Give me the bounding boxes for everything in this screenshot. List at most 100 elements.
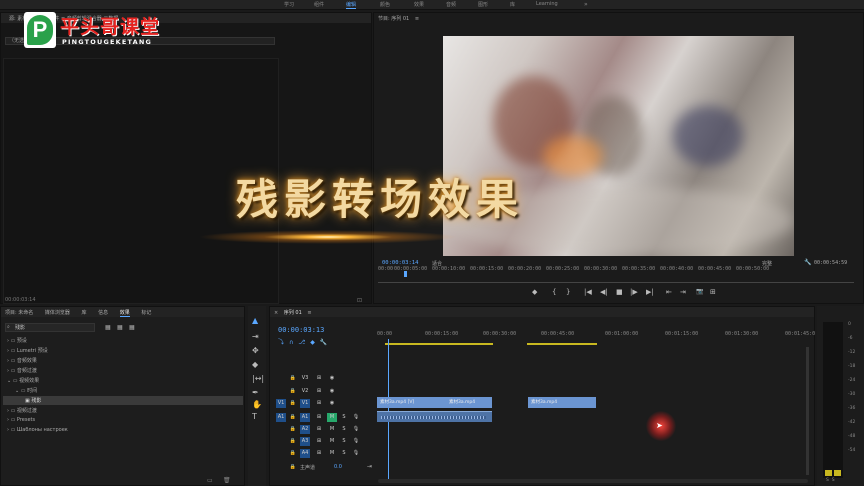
sync-icon[interactable]: ⊞ bbox=[314, 399, 324, 408]
solo-button[interactable]: S bbox=[339, 449, 349, 458]
tab-effects[interactable]: 效果 bbox=[119, 310, 130, 317]
program-title[interactable]: 节目: 序列 01 bbox=[378, 16, 409, 22]
mute-button[interactable]: M bbox=[327, 425, 337, 434]
tab-libraries[interactable]: 库 bbox=[81, 310, 86, 316]
tab-project[interactable]: 项目: 未命名 bbox=[5, 310, 33, 316]
go-to-in-button[interactable]: |◀ bbox=[584, 288, 592, 296]
ripple-edit-tool-icon[interactable]: ✥ bbox=[252, 346, 259, 355]
sync-icon[interactable]: ⊞ bbox=[314, 425, 324, 434]
razor-tool-icon[interactable]: ◆ bbox=[252, 360, 258, 369]
work-area-bar[interactable] bbox=[385, 343, 493, 345]
workspace-editing[interactable]: 编辑 bbox=[346, 1, 357, 9]
sync-icon[interactable]: ⊞ bbox=[314, 413, 324, 422]
mic-icon[interactable]: 🎙 bbox=[351, 437, 361, 446]
program-playhead[interactable] bbox=[404, 271, 407, 277]
tree-item-echo[interactable]: ▣ 残影 bbox=[25, 397, 41, 404]
effects-search-input[interactable]: 残影 bbox=[5, 323, 95, 332]
tree-item-lumetri[interactable]: › ▭ Lumetri 预设 bbox=[7, 347, 48, 354]
video-clip[interactable]: 素材3a.mp4 [V] bbox=[377, 397, 446, 408]
lock-icon[interactable]: 🔒 bbox=[288, 425, 298, 434]
lock-icon[interactable]: 🔒 bbox=[288, 437, 298, 446]
go-to-out-button[interactable]: ▶| bbox=[646, 288, 654, 296]
eye-icon[interactable]: ◉ bbox=[327, 399, 337, 408]
lock-icon[interactable]: 🔒 bbox=[288, 387, 298, 396]
mute-button[interactable]: M bbox=[327, 413, 337, 422]
eye-icon[interactable]: ◉ bbox=[327, 387, 337, 396]
sync-icon[interactable]: ⊞ bbox=[314, 437, 324, 446]
tab-media-browser[interactable]: 媒体浏览器 bbox=[45, 310, 70, 316]
tree-item-audio-transitions[interactable]: › ▭ 音频过渡 bbox=[7, 367, 37, 374]
mic-icon[interactable]: 🎙 bbox=[351, 449, 361, 458]
tree-item-time[interactable]: ⌄ ▭ 时间 bbox=[15, 387, 37, 394]
timeline-vscroll[interactable] bbox=[806, 347, 809, 475]
tab-info[interactable]: 信息 bbox=[98, 310, 108, 316]
eye-icon[interactable]: ◉ bbox=[327, 374, 337, 383]
pen-tool-icon[interactable]: ✒ bbox=[252, 388, 259, 397]
tree-item-video-transitions[interactable]: › ▭ 视频过渡 bbox=[7, 407, 37, 414]
timeline-hscroll[interactable] bbox=[378, 479, 808, 483]
yuv-effects-icon[interactable]: ▦ bbox=[129, 324, 135, 331]
wrench-icon[interactable]: 🔧 bbox=[804, 259, 811, 266]
mute-button[interactable]: M bbox=[327, 449, 337, 458]
workspace-audio[interactable]: 音频 bbox=[446, 1, 456, 8]
program-menu-icon[interactable]: ≡ bbox=[415, 16, 419, 22]
mute-button[interactable]: M bbox=[327, 437, 337, 446]
source-patch-v1[interactable]: V1 bbox=[276, 399, 286, 408]
hand-tool-icon[interactable]: ✋ bbox=[252, 400, 262, 409]
workspace-effects[interactable]: 效果 bbox=[414, 1, 424, 8]
workspace-learning[interactable]: Learning bbox=[536, 1, 558, 7]
extract-button[interactable]: ⇥ bbox=[680, 288, 686, 296]
solo-button[interactable]: S bbox=[339, 425, 349, 434]
workspace-assembly[interactable]: 组件 bbox=[314, 1, 324, 8]
jump-end-icon[interactable]: ⇥ bbox=[367, 463, 372, 470]
meter-solo-labels[interactable]: S S bbox=[826, 478, 835, 483]
camera-icon[interactable]: 📷 bbox=[696, 288, 703, 295]
mark-out-button[interactable]: } bbox=[566, 288, 570, 296]
32bit-effects-icon[interactable]: ▦ bbox=[117, 324, 123, 331]
audio-clip[interactable] bbox=[377, 411, 492, 422]
timeline-close-icon[interactable]: × bbox=[274, 310, 278, 316]
workspace-graphics[interactable]: 图形 bbox=[478, 1, 488, 8]
step-forward-button[interactable]: |▶ bbox=[630, 288, 638, 296]
solo-button[interactable]: S bbox=[339, 437, 349, 446]
tree-item-presets[interactable]: › ▭ 预设 bbox=[7, 337, 27, 344]
work-area-bar[interactable] bbox=[527, 343, 597, 345]
tab-markers[interactable]: 标记 bbox=[141, 310, 151, 316]
mic-icon[interactable]: 🎙 bbox=[351, 413, 361, 422]
sync-icon[interactable]: ⊞ bbox=[314, 449, 324, 458]
sync-icon[interactable]: ⊞ bbox=[314, 387, 324, 396]
step-back-button[interactable]: ◀| bbox=[600, 288, 608, 296]
tree-item-presets-en[interactable]: › ▭ Presets bbox=[7, 417, 35, 423]
timeline-toolbar[interactable]: ⤵∩⎇◆🔧 bbox=[278, 337, 332, 346]
lift-button[interactable]: ⇤ bbox=[666, 288, 672, 296]
accelerated-effects-icon[interactable]: ▦ bbox=[105, 324, 111, 331]
add-marker-button[interactable]: ◆ bbox=[532, 288, 537, 296]
video-clip[interactable]: 素材3a.mp4 bbox=[528, 397, 596, 408]
workspace-libraries[interactable]: 库 bbox=[510, 1, 515, 8]
lock-icon[interactable]: 🔒 bbox=[288, 449, 298, 458]
timeline-timecode[interactable]: 00:00:03:13 bbox=[278, 326, 324, 334]
compare-button[interactable]: ⊞ bbox=[710, 288, 716, 296]
more-workspaces-icon[interactable]: » bbox=[584, 1, 588, 8]
new-bin-icon[interactable]: ▭ bbox=[207, 477, 213, 484]
video-clip[interactable]: 素材3a.mp4 bbox=[446, 397, 492, 408]
lock-icon[interactable]: 🔒 bbox=[288, 463, 298, 472]
timeline-ruler[interactable]: 00:00 00:00:15:00 00:00:30:00 00:00:45:0… bbox=[377, 325, 815, 349]
delete-icon[interactable]: 🗑 bbox=[223, 477, 231, 484]
mic-icon[interactable]: 🎙 bbox=[351, 425, 361, 434]
source-patch-a1[interactable]: A1 bbox=[276, 413, 286, 422]
sync-icon[interactable]: ⊞ bbox=[314, 374, 324, 383]
timeline-menu-icon[interactable]: ≡ bbox=[307, 310, 311, 316]
workspace-color[interactable]: 颜色 bbox=[380, 1, 390, 8]
program-scrollbar[interactable] bbox=[378, 282, 854, 283]
track-select-tool-icon[interactable]: ⇥ bbox=[252, 332, 259, 341]
stop-button[interactable]: ■ bbox=[616, 288, 623, 296]
lock-icon[interactable]: 🔒 bbox=[288, 399, 298, 408]
selection-tool-icon[interactable]: ▲ bbox=[252, 316, 258, 325]
tree-item-presets-ru[interactable]: › ▭ Шаблоны настроек bbox=[7, 427, 68, 433]
master-volume[interactable]: 0.0 bbox=[334, 464, 342, 470]
tree-item-video-effects[interactable]: ⌄ ▭ 视频效果 bbox=[7, 377, 39, 384]
workspace-learn[interactable]: 学习 bbox=[284, 1, 294, 8]
program-ruler[interactable]: 00:00 00:00:05:00 00:00:10:00 00:00:15:0… bbox=[378, 266, 858, 283]
tree-item-audio-effects[interactable]: › ▭ 音频效果 bbox=[7, 357, 37, 364]
